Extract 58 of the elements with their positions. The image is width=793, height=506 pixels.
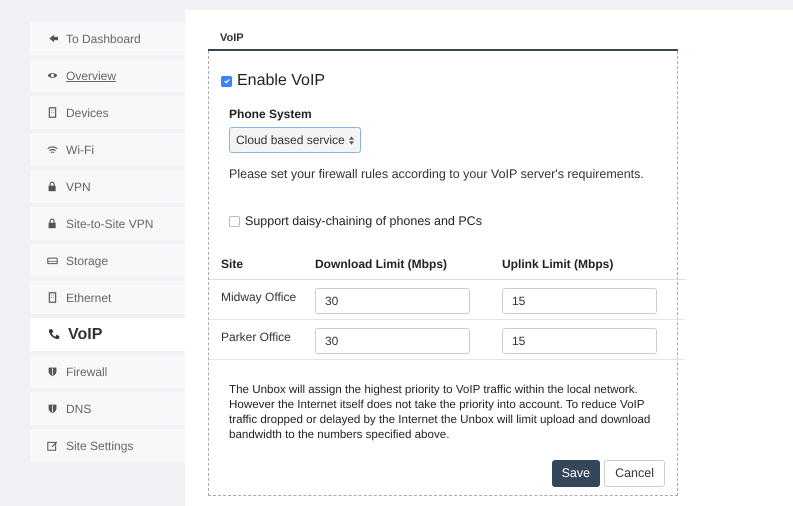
sidebar-label: Site Settings <box>66 438 134 454</box>
save-button[interactable]: Save <box>552 460 600 487</box>
sidebar-item[interactable]: DNS <box>30 392 185 425</box>
site-name: Midway Office <box>221 288 298 306</box>
sidebar-item[interactable]: VPN <box>30 170 185 203</box>
field-label: Phone System <box>228 106 313 123</box>
firewall-note: Please set your firewall rules according to your VoIP server's requirements. <box>228 166 645 183</box>
sidebar-label: Overview <box>66 68 116 84</box>
edit-icon <box>47 440 58 451</box>
sidebar-label: Wi-Fi <box>66 142 94 158</box>
sidebar-item[interactable]: Firewall <box>30 355 185 388</box>
column-header: Site <box>221 256 244 274</box>
sidebar-item[interactable]: Storage <box>30 244 185 277</box>
sidebar-item[interactable]: Ethernet <box>30 281 185 314</box>
shield-icon <box>47 403 58 414</box>
phone-icon <box>47 328 60 341</box>
sidebar-item[interactable]: Site Settings <box>30 429 185 462</box>
eye-icon <box>47 70 58 81</box>
sidebar-label: Devices <box>66 104 109 122</box>
column-header: Uplink Limit (Mbps) <box>502 256 614 274</box>
sidebar-label: VPN <box>66 178 91 196</box>
checkbox[interactable] <box>221 76 232 86</box>
panel-title: VoIP <box>219 31 245 46</box>
site-name: Parker Office <box>221 328 292 346</box>
cancel-button[interactable]: Cancel <box>604 460 665 487</box>
wifi-icon <box>47 144 58 155</box>
checkbox-label: Support daisy-chaining of phones and PCs <box>245 213 482 230</box>
sidebar-item[interactable]: Wi-Fi <box>30 133 185 166</box>
sidebar-item[interactable]: To Dashboard <box>30 22 185 55</box>
lock-icon <box>47 218 58 229</box>
sidebar-item[interactable]: Site-to-Site VPN <box>30 207 185 240</box>
drive-icon <box>47 255 58 266</box>
sidebar-label: Site-to-Site VPN <box>66 216 154 232</box>
sidebar-item[interactable]: Devices <box>30 96 185 129</box>
lock-icon <box>47 181 58 192</box>
building-icon <box>47 292 58 303</box>
sidebar-label: VoIP <box>68 324 102 344</box>
checkbox-label: Enable VoIP <box>237 71 326 91</box>
uplink-limit-field[interactable]: 15 <box>502 288 657 314</box>
download-limit-field[interactable]: 30 <box>315 288 470 314</box>
sidebar-label: Ethernet <box>66 290 112 306</box>
sidebar-item[interactable]: Overview <box>30 59 185 92</box>
uplink-limit-field[interactable]: 15 <box>502 328 657 354</box>
checkbox[interactable] <box>229 216 240 228</box>
checkmark-icon <box>222 77 230 85</box>
sidebar-label: To Dashboard <box>66 30 141 48</box>
sidebar-item[interactable]: VoIP <box>30 318 185 351</box>
updown-caret-icon <box>349 136 354 144</box>
building-icon <box>47 107 58 118</box>
sidebar-label: Firewall <box>66 364 108 380</box>
column-header: Download Limit (Mbps) <box>315 256 448 274</box>
phone-system-select[interactable]: Cloud based service <box>229 127 361 153</box>
info-paragraph: The Unbox will assign the highest priority to VoIP traffic within the local network. However the Internet itself does not take the priority into account. To reduce VoIP traffic dropped or delayed by the Internet the Unbox will limit upload and download bandwidth to the numbers specified above. <box>228 382 652 442</box>
sidebar-label: Storage <box>66 252 108 270</box>
shield-icon <box>47 366 58 377</box>
sidebar-label: DNS <box>66 400 92 418</box>
arrow-left-icon <box>47 33 58 44</box>
download-limit-field[interactable]: 30 <box>315 328 470 354</box>
